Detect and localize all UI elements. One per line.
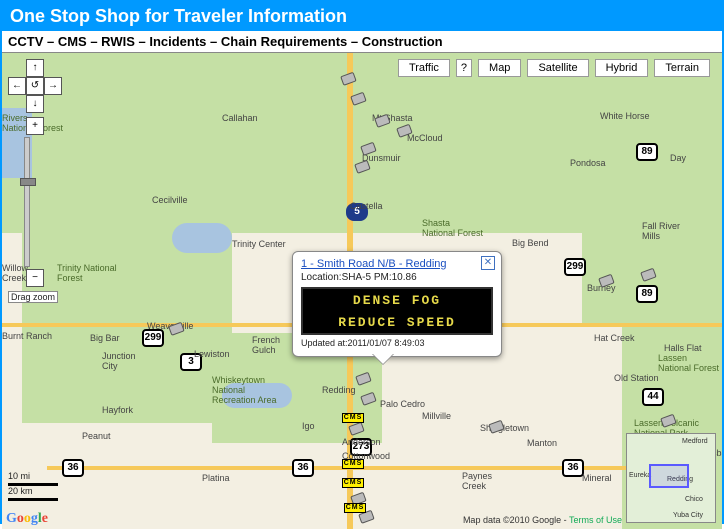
place-label: Callahan	[222, 113, 258, 123]
cms-icon[interactable]: CMS	[342, 413, 364, 423]
map-type-hybrid[interactable]: Hybrid	[595, 59, 649, 77]
place-label: Fall River Mills	[642, 221, 680, 241]
cms-icon[interactable]: CMS	[342, 478, 364, 488]
shield-299: 299	[564, 258, 586, 276]
overview-map[interactable]: Medford Eureka Redding Chico Yuba City	[626, 433, 716, 523]
place-label: Paynes Creek	[462, 471, 492, 491]
overview-viewport[interactable]	[649, 464, 689, 488]
place-label: Anderson	[342, 437, 381, 447]
place-label: Peanut	[82, 431, 111, 441]
scale-km: 20 km	[8, 486, 58, 496]
pan-right-button[interactable]: →	[44, 77, 62, 95]
cms-popup: ✕ 1 - Smith Road N/B - Redding Location:…	[292, 251, 502, 357]
shield-36: 36	[562, 459, 584, 477]
scale-bar: 10 mi 20 km	[8, 471, 58, 501]
place-label: Whiskeytown National Recreation Area	[212, 375, 277, 405]
close-icon[interactable]: ✕	[481, 256, 495, 270]
place-label: White Horse	[600, 111, 650, 121]
place-label: Redding	[322, 385, 356, 395]
popup-location-label: Location:	[301, 272, 342, 283]
place-label: Trinity National Forest	[57, 263, 117, 283]
place-label: Hat Creek	[594, 333, 635, 343]
popup-updated-label: Updated at:	[301, 338, 348, 348]
place-label: Manton	[527, 438, 557, 448]
place-label: Mineral	[582, 473, 612, 483]
nav-zoom-cluster: ↑ ← ↺ → ↓ + − Drag zoom	[8, 59, 62, 305]
help-button[interactable]: ?	[456, 59, 472, 77]
place-label: Trinity Center	[232, 239, 286, 249]
place-label: Junction City	[102, 351, 136, 371]
drag-zoom-label[interactable]: Drag zoom	[8, 291, 58, 303]
scale-mi: 10 mi	[8, 471, 58, 481]
shield-36: 36	[292, 459, 314, 477]
zoom-out-button[interactable]: −	[26, 269, 44, 287]
place-label: Big Bar	[90, 333, 120, 343]
place-label: Big Bend	[512, 238, 549, 248]
place-label: Shasta National Forest	[422, 218, 483, 238]
cctv-icon[interactable]	[488, 418, 510, 437]
place-label: Platina	[202, 473, 230, 483]
pan-up-button[interactable]: ↑	[26, 59, 44, 77]
place-label: Old Station	[614, 373, 659, 383]
shield-89: 89	[636, 285, 658, 303]
shield-299: 299	[142, 329, 164, 347]
cms-icon[interactable]: CMS	[342, 459, 364, 469]
ov-place: Chico	[685, 496, 703, 503]
place-label: Castella	[350, 201, 383, 211]
pan-left-button[interactable]: ←	[8, 77, 26, 95]
place-label: Lewiston	[194, 349, 230, 359]
place-label: Halls Flat	[664, 343, 702, 353]
zoom-slider[interactable]	[24, 137, 30, 267]
map-canvas[interactable]: 5 299 299 89 89 89 3 44 273 36 36 36 Cal…	[2, 53, 722, 529]
place-label: Cecilville	[152, 195, 188, 205]
popup-updated: Updated at:2011/01/07 8:49:03	[301, 338, 493, 348]
popup-location: Location:SHA-5 PM:10.86	[301, 272, 493, 283]
place-label: Day	[670, 153, 686, 163]
highway-36	[47, 466, 697, 470]
zoom-in-button[interactable]: +	[26, 117, 44, 135]
place-label: Palo Cedro	[380, 399, 425, 409]
traffic-button[interactable]: Traffic	[398, 59, 450, 77]
cms-icon[interactable]: CMS	[344, 503, 366, 513]
zoom-handle[interactable]	[20, 178, 36, 186]
ov-place: Medford	[682, 438, 708, 445]
page-title: One Stop Shop for Traveler Information	[2, 2, 722, 31]
popup-location-value: SHA-5 PM:10.86	[342, 272, 417, 283]
place-label: Pondosa	[570, 158, 606, 168]
water-body	[172, 223, 232, 253]
cms-line-2: REDUCE SPEED	[338, 315, 456, 330]
layer-list: CCTV – CMS – RWIS – Incidents – Chain Re…	[2, 31, 722, 53]
place-label: Burnt Ranch	[2, 331, 52, 341]
google-logo: Google	[6, 511, 48, 527]
place-label: Millville	[422, 411, 451, 421]
shield-89: 89	[636, 143, 658, 161]
place-label: Lassen National Forest	[658, 353, 719, 373]
pan-down-button[interactable]: ↓	[26, 95, 44, 113]
return-home-button[interactable]: ↺	[26, 77, 44, 95]
map-type-map[interactable]: Map	[478, 59, 521, 77]
place-label: Hayfork	[102, 405, 133, 415]
shield-36: 36	[62, 459, 84, 477]
map-type-bar: Traffic ? Map Satellite Hybrid Terrain	[398, 59, 710, 77]
map-type-satellite[interactable]: Satellite	[527, 59, 588, 77]
popup-updated-value: 2011/01/07 8:49:03	[348, 338, 425, 348]
shield-44: 44	[642, 388, 664, 406]
popup-title-link[interactable]: 1 - Smith Road N/B - Redding	[301, 258, 493, 270]
place-label: Igo	[302, 421, 315, 431]
place-label: French Gulch	[252, 335, 280, 355]
ov-place: Yuba City	[673, 512, 703, 519]
cms-line-1: DENSE FOG	[353, 293, 441, 308]
cms-message-board: DENSE FOG REDUCE SPEED	[301, 287, 493, 335]
ov-place: Eureka	[629, 472, 651, 479]
map-type-terrain[interactable]: Terrain	[654, 59, 710, 77]
